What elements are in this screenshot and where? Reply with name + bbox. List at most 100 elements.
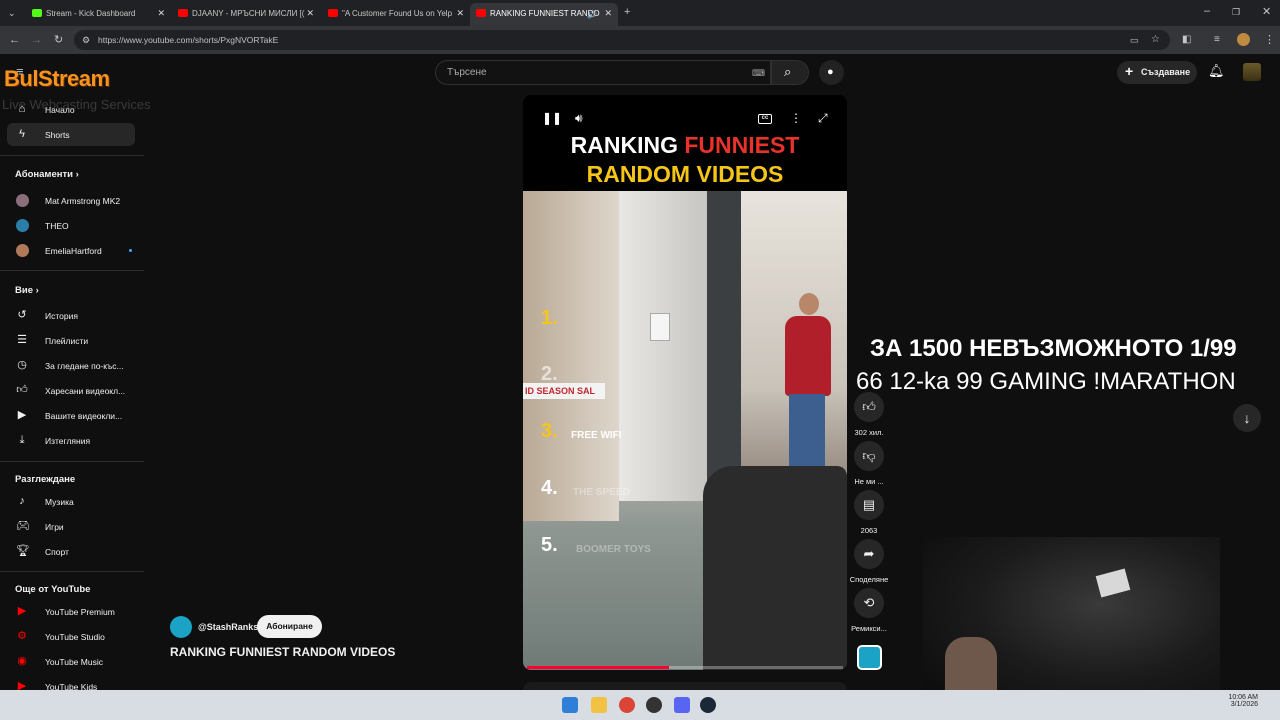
video-title[interactable]: RANKING FUNNIEST RANDOM VIDEOS: [170, 645, 395, 659]
captions-icon[interactable]: cc: [758, 114, 772, 124]
sidebar-item-liked-videos[interactable]: 👍︎ Харесани видеокл...: [7, 379, 135, 402]
door-frame: [707, 191, 741, 481]
sidebar-item-history[interactable]: ↺ История: [7, 304, 135, 327]
tab-search-icon[interactable]: ⌄: [8, 7, 16, 19]
youtube-icon: [178, 9, 188, 17]
shorts-video-player[interactable]: ❚❚ 🔊︎ cc ⋮ ⤢ RANKING FUNNIEST RANDOM VID…: [523, 95, 847, 670]
sidebar-item-label: Спорт: [45, 547, 69, 557]
steam-icon[interactable]: [700, 697, 716, 713]
gaming-icon: 🎮︎: [16, 520, 30, 532]
search-input[interactable]: Търсене ⌨: [435, 60, 771, 85]
comments-button[interactable]: ▤ 2063: [849, 490, 889, 535]
sidebar-item-music[interactable]: ♪ Музика: [7, 490, 135, 513]
sidebar-item-label: EmeliaHartford: [45, 246, 102, 256]
profile-avatar[interactable]: [1237, 33, 1250, 46]
sidebar-item-youtube-studio[interactable]: ⚙ YouTube Studio: [7, 625, 135, 648]
sidebar-item-emeliahartford[interactable]: EmeliaHartford: [7, 239, 135, 262]
taskbar-clock[interactable]: 10:06 AM 3/1/2026: [1218, 694, 1258, 708]
you-heading[interactable]: Вие ›: [15, 285, 39, 296]
notifications-bell-icon[interactable]: 🔔︎: [1208, 64, 1225, 77]
center-pillar: [619, 191, 707, 501]
create-button[interactable]: + Създаване: [1117, 61, 1197, 84]
close-icon[interactable]: ✕: [306, 8, 314, 19]
tab-kick-dashboard[interactable]: Stream - Kick Dashboard ✕: [26, 3, 171, 26]
windows-start-icon[interactable]: [562, 697, 578, 713]
close-icon[interactable]: ✕: [157, 8, 165, 19]
youtube-icon: [476, 9, 486, 17]
sidebar-divider: [0, 155, 144, 156]
remix-button[interactable]: ⟲ Ремикси...: [849, 588, 889, 633]
dislike-button[interactable]: 👎︎ Не ми ...: [849, 441, 889, 486]
sidebar-item-shorts[interactable]: ϟ Shorts: [7, 123, 135, 146]
progress-fill: [527, 666, 670, 669]
qr-sign: [650, 313, 670, 341]
sidebar-item-mat-armstrong[interactable]: Mat Armstrong MK2: [7, 189, 135, 212]
discord-icon[interactable]: [674, 697, 690, 713]
site-info-icon[interactable]: ⚙: [82, 34, 90, 46]
fullscreen-icon[interactable]: ⤢: [818, 112, 828, 124]
dislike-label: Не ми ...: [854, 477, 884, 486]
extensions-icon[interactable]: ◧: [1182, 34, 1191, 46]
subscribe-button[interactable]: Абониране: [257, 615, 322, 638]
media-controls-icon[interactable]: ≡: [1214, 34, 1220, 46]
chrome-icon[interactable]: [619, 697, 635, 713]
new-tab-icon[interactable]: +: [624, 6, 630, 18]
trophy-icon: 🏆︎: [16, 545, 30, 557]
remix-icon: ⟲: [854, 588, 884, 618]
left-wall: [523, 191, 619, 521]
sidebar-item-gaming[interactable]: 🎮︎ Игри: [7, 515, 135, 538]
sidebar-item-youtube-premium[interactable]: ▶ YouTube Premium: [7, 600, 135, 623]
sidebar-divider: [0, 461, 144, 462]
sidebar-item-playlists[interactable]: ☰ Плейлисти: [7, 329, 135, 352]
url-text: https://www.youtube.com/shorts/PxgNVORTa…: [98, 35, 279, 45]
close-icon[interactable]: ✕: [604, 8, 612, 19]
progress-track[interactable]: [527, 666, 843, 669]
like-button[interactable]: 👍︎ 302 хил.: [849, 392, 889, 437]
tab-djaany[interactable]: DJAANY - МРЪСНИ МИСЛИ [( ✕: [172, 3, 320, 26]
sidebar-item-watch-later[interactable]: ◷ За гледане по-къс...: [7, 354, 135, 377]
maximize-icon[interactable]: ❐: [1232, 6, 1240, 18]
cast-icon[interactable]: ▭: [1130, 34, 1139, 46]
sidebar-item-label: Вашите видеокли...: [45, 411, 123, 421]
more-options-icon[interactable]: ⋮: [790, 112, 802, 124]
playlist-icon: ☰: [17, 334, 27, 346]
next-short-button[interactable]: ↓: [1233, 404, 1261, 432]
sidebar-item-sports[interactable]: 🏆︎ Спорт: [7, 540, 135, 563]
comment-count: 2063: [860, 526, 878, 535]
file-explorer-icon[interactable]: [591, 697, 607, 713]
audio-icon[interactable]: 🔊: [587, 9, 597, 21]
bookmark-star-icon[interactable]: ☆: [1151, 34, 1160, 46]
subscriptions-heading[interactable]: Абонаменти ›: [15, 169, 79, 180]
sidebar-item-label: YouTube Studio: [45, 632, 105, 642]
keyboard-icon[interactable]: ⌨: [752, 67, 765, 79]
obs-icon[interactable]: [646, 697, 662, 713]
sidebar-item-your-videos[interactable]: ▶ Вашите видеокли...: [7, 404, 135, 427]
voice-search-button[interactable]: ●: [819, 60, 844, 85]
sidebar-item-label: За гледане по-къс...: [45, 361, 124, 371]
youtube-icon: [328, 9, 338, 17]
tab-yelp-video[interactable]: "A Customer Found Us on Yelp ✕: [322, 3, 470, 26]
window-close-icon[interactable]: ✕: [1262, 6, 1271, 18]
share-button[interactable]: ➦ Споделяне: [849, 539, 889, 584]
back-icon[interactable]: ←: [9, 34, 20, 46]
pause-icon[interactable]: ❚❚: [542, 112, 562, 124]
url-field[interactable]: ⚙ https://www.youtube.com/shorts/PxgNVOR…: [74, 30, 1170, 50]
account-avatar[interactable]: [1243, 63, 1261, 81]
tab-ranking-funniest[interactable]: RANKING FUNNIEST RANDO 🔊 ✕: [470, 3, 618, 26]
sidebar-item-downloads[interactable]: ⤓ Изтегляния: [7, 429, 135, 452]
sidebar-item-youtube-music[interactable]: ◉ YouTube Music: [7, 650, 135, 673]
search-button[interactable]: ⌕: [771, 60, 809, 85]
sidebar-item-theo[interactable]: THEO: [7, 214, 135, 237]
forward-icon[interactable]: →: [31, 34, 42, 46]
channel-avatar[interactable]: [170, 616, 192, 638]
close-icon[interactable]: ✕: [456, 8, 464, 19]
minimize-icon[interactable]: –: [1204, 5, 1210, 17]
browser-menu-icon[interactable]: ⋮: [1264, 34, 1275, 46]
sidebar-item-home[interactable]: ⌂ Начало: [7, 98, 135, 121]
like-count: 302 хил.: [854, 428, 884, 437]
reload-icon[interactable]: ↻: [54, 34, 63, 46]
volume-icon[interactable]: 🔊︎: [575, 112, 583, 124]
sound-thumbnail[interactable]: [857, 645, 882, 670]
rank-number: 4.: [541, 477, 558, 499]
channel-handle[interactable]: @StashRanks: [198, 622, 258, 632]
